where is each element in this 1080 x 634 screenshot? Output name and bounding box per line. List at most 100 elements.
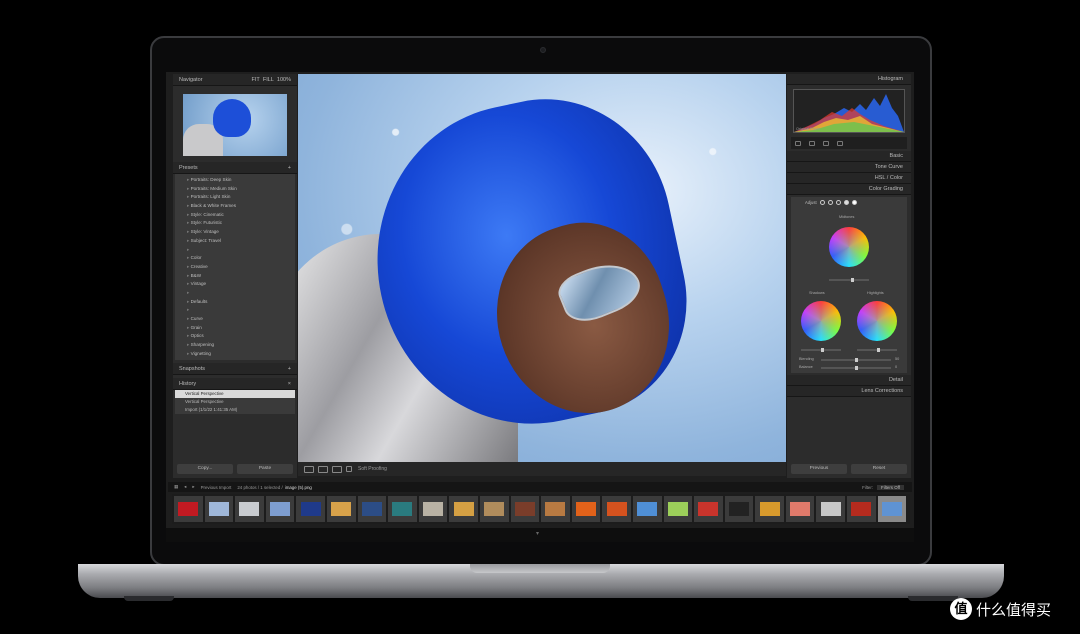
heal-tool-icon[interactable] <box>809 140 815 146</box>
preset-item[interactable]: Grain <box>187 324 295 333</box>
section-hsl-color[interactable]: HSL / Color <box>787 173 911 184</box>
filmstrip-thumbnail[interactable] <box>724 496 754 522</box>
highlights-luminance-slider[interactable] <box>857 348 897 352</box>
filmstrip-thumbnail[interactable] <box>265 496 295 522</box>
history-item[interactable]: Import (1/1/22 1:41:35 AM) <box>175 406 295 415</box>
mode-3way-icon[interactable] <box>819 200 825 205</box>
blending-slider[interactable] <box>821 358 891 362</box>
preset-item[interactable]: Black & White Frames <box>187 202 295 211</box>
reset-button[interactable]: Reset <box>851 464 907 474</box>
midtones-luminance-slider[interactable] <box>829 278 869 282</box>
mode-global-icon[interactable] <box>851 200 857 205</box>
mode-shadows-icon[interactable] <box>827 200 833 205</box>
preset-item[interactable]: Defaults <box>187 298 295 307</box>
grid-view-icon[interactable]: ▦ <box>174 484 178 490</box>
navigator-preview[interactable] <box>183 94 287 156</box>
preset-item[interactable]: B&W <box>187 272 295 281</box>
clear-history-icon[interactable]: × <box>288 381 291 387</box>
zoom-100[interactable]: 100% <box>277 77 291 83</box>
preset-item[interactable]: Style: Vintage <box>187 228 295 237</box>
filmstrip-thumbnail[interactable] <box>449 496 478 522</box>
preset-item[interactable]: Style: Cinematic <box>187 211 295 220</box>
preset-item[interactable]: Portraits: Deep Skin <box>187 176 295 185</box>
filmstrip-thumbnail[interactable] <box>235 496 264 522</box>
preset-item[interactable]: Portraits: Medium Skin <box>187 185 295 194</box>
filmstrip-thumbnail[interactable] <box>541 496 570 522</box>
snapshots-header[interactable]: Snapshots + <box>173 363 297 376</box>
preset-item[interactable]: Optics <box>187 332 295 341</box>
filmstrip-thumbnail[interactable] <box>388 496 417 522</box>
section-basic[interactable]: Basic <box>787 151 911 162</box>
soft-proofing-checkbox[interactable] <box>346 466 352 472</box>
filmstrip-thumbnail[interactable] <box>357 496 387 522</box>
history-item[interactable]: Vertical Perspective <box>175 390 295 399</box>
filmstrip-thumbnail[interactable] <box>296 496 325 522</box>
shadows-color-wheel[interactable] <box>801 301 841 341</box>
back-arrow-icon[interactable]: ◂ <box>184 484 186 490</box>
filmstrip-thumbnail[interactable] <box>326 496 356 522</box>
preset-item[interactable]: Subject: Travel <box>187 237 295 246</box>
highlights-color-wheel[interactable] <box>857 301 897 341</box>
preset-item[interactable]: Vignetting <box>187 350 295 359</box>
filmstrip-thumbnail[interactable] <box>694 496 723 522</box>
preset-item[interactable]: Color <box>187 254 295 263</box>
main-photo[interactable] <box>298 74 786 462</box>
filter-dropdown[interactable]: Filters Off <box>877 484 904 490</box>
loupe-view-icon[interactable] <box>304 465 314 473</box>
presets-header[interactable]: Presets + <box>173 162 297 174</box>
compare-view-icon[interactable] <box>318 465 328 473</box>
shadows-label: Shadows <box>809 291 825 295</box>
mode-midtones-icon[interactable] <box>835 200 841 205</box>
filmstrip-thumbnail[interactable] <box>663 496 693 522</box>
redeye-tool-icon[interactable] <box>823 140 829 146</box>
filmstrip-thumbnail[interactable] <box>755 496 784 522</box>
filmstrip-thumbnail[interactable] <box>816 496 846 522</box>
thumbnail-image <box>423 502 444 516</box>
filmstrip-thumbnail[interactable] <box>418 496 448 522</box>
midtones-color-wheel[interactable] <box>829 227 869 267</box>
add-preset-icon[interactable]: + <box>288 165 291 171</box>
crop-tool-icon[interactable] <box>795 140 801 146</box>
zoom-fit[interactable]: FIT <box>252 77 260 83</box>
navigator-title: Navigator <box>179 77 203 83</box>
section-tone-curve[interactable]: Tone Curve <box>787 162 911 173</box>
section-detail[interactable]: Detail <box>787 375 911 386</box>
filmstrip-thumbnail[interactable] <box>877 496 907 522</box>
copy-button[interactable]: Copy... <box>177 464 233 474</box>
history-header[interactable]: History × <box>173 378 297 391</box>
filmstrip-thumbnail[interactable] <box>510 496 540 522</box>
add-snapshot-icon[interactable]: + <box>288 366 291 372</box>
history-item[interactable]: Vertical Perspective <box>175 398 295 407</box>
previous-button[interactable]: Previous <box>791 464 847 474</box>
filmstrip-source[interactable]: Previous Import <box>201 485 232 490</box>
filmstrip-thumbnail[interactable] <box>785 496 815 522</box>
preset-item[interactable]: Vintage <box>187 280 295 289</box>
filmstrip-thumbnail[interactable] <box>847 496 876 522</box>
zoom-fill[interactable]: FILL <box>263 77 274 83</box>
mode-highlights-icon[interactable] <box>843 200 849 205</box>
survey-view-icon[interactable] <box>332 465 342 473</box>
navigator-header[interactable]: Navigator FIT FILL 100% <box>173 74 297 86</box>
histogram-header[interactable]: Histogram <box>787 74 911 85</box>
section-lens-corrections[interactable]: Lens Corrections <box>787 386 911 397</box>
balance-slider[interactable] <box>821 366 891 370</box>
chevron-down-icon[interactable]: ▾ <box>536 530 539 537</box>
section-color-grading[interactable]: Color Grading <box>787 184 911 195</box>
mask-tool-icon[interactable] <box>837 140 843 146</box>
preset-item[interactable]: Curve <box>187 315 295 324</box>
filmstrip-thumbnail[interactable] <box>632 496 662 522</box>
filmstrip-thumbnail[interactable] <box>479 496 509 522</box>
forward-arrow-icon[interactable]: ▸ <box>192 484 194 490</box>
preset-item[interactable]: Style: Futuristic <box>187 219 295 228</box>
preset-item[interactable]: Sharpening <box>187 341 295 350</box>
filmstrip-thumbnail[interactable] <box>602 496 631 522</box>
paste-button[interactable]: Paste <box>237 464 293 474</box>
preset-item[interactable]: Creative <box>187 263 295 272</box>
preset-item[interactable]: Portraits: Light Skin <box>187 193 295 202</box>
filmstrip-thumbnail[interactable] <box>571 496 601 522</box>
thumbnail-image <box>392 502 413 516</box>
thumbnail-image <box>820 502 841 516</box>
filmstrip-thumbnail[interactable] <box>204 496 234 522</box>
shadows-luminance-slider[interactable] <box>801 348 841 352</box>
filmstrip-thumbnail[interactable] <box>174 496 203 522</box>
